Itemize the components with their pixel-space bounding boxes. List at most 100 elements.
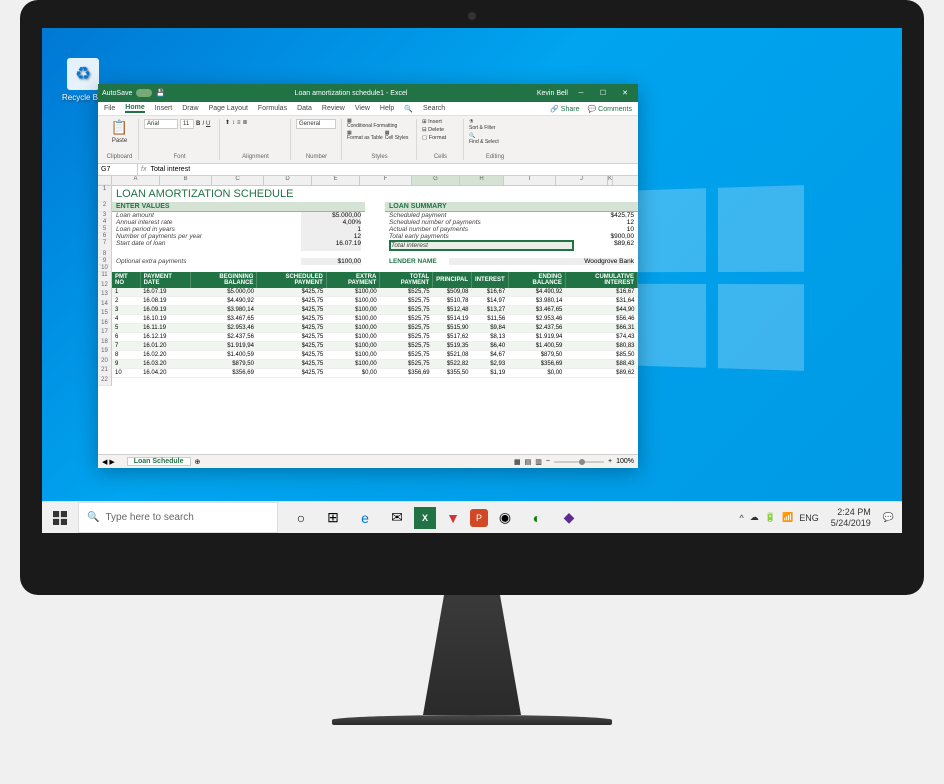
table-cell[interactable]: $425,75 xyxy=(257,369,326,378)
font-name-select[interactable]: Arial xyxy=(144,119,178,129)
autosave-switch[interactable] xyxy=(136,89,152,97)
table-cell[interactable]: $100,00 xyxy=(326,288,380,297)
table-cell[interactable]: 2 xyxy=(112,297,140,306)
table-cell[interactable]: $66,31 xyxy=(565,324,637,333)
table-cell[interactable]: 4 xyxy=(112,315,140,324)
table-cell[interactable]: $56,46 xyxy=(565,315,637,324)
table-cell[interactable]: $356,69 xyxy=(380,369,433,378)
table-header[interactable]: PAYMENT DATE xyxy=(140,272,190,288)
table-cell[interactable]: 3 xyxy=(112,306,140,315)
app-icon-circle[interactable]: ◉ xyxy=(490,503,520,533)
column-header-f[interactable]: F xyxy=(360,176,412,185)
table-cell[interactable]: $525,75 xyxy=(380,342,433,351)
table-cell[interactable]: $100,00 xyxy=(326,342,380,351)
tray-battery-icon[interactable]: 🔋 xyxy=(765,512,776,523)
table-cell[interactable]: $519,35 xyxy=(433,342,472,351)
row-header[interactable]: 8 xyxy=(98,251,112,258)
column-header-d[interactable]: D xyxy=(264,176,312,185)
table-cell[interactable]: $525,75 xyxy=(380,288,433,297)
tray-expand-icon[interactable]: ^ xyxy=(740,513,744,523)
table-row[interactable]: 716.01.20$1.919,94$425,75$100,00$525,75$… xyxy=(112,342,638,351)
cell-styles-button[interactable]: ▦Cell Styles xyxy=(385,131,409,141)
table-row[interactable]: 416.10.19$3.467,65$425,75$100,00$525,75$… xyxy=(112,315,638,324)
table-cell[interactable]: 16.08.19 xyxy=(140,297,190,306)
table-cell[interactable]: $1.400,59 xyxy=(190,351,257,360)
row-header[interactable]: 18 xyxy=(98,339,111,349)
table-cell[interactable]: $100,00 xyxy=(326,360,380,369)
table-cell[interactable]: $100,00 xyxy=(326,306,380,315)
column-header-h[interactable]: H xyxy=(460,176,504,185)
align-top-icon[interactable]: ⬆ xyxy=(225,119,230,126)
excel-taskbar-icon[interactable]: X xyxy=(414,507,436,529)
tab-formulas[interactable]: Formulas xyxy=(258,105,287,112)
table-row[interactable]: 916.03.20$879,50$425,75$100,00$525,75$52… xyxy=(112,360,638,369)
table-cell[interactable]: 5 xyxy=(112,324,140,333)
table-cell[interactable]: $13,27 xyxy=(472,306,509,315)
table-cell[interactable]: $879,50 xyxy=(508,351,565,360)
table-cell[interactable]: $80,83 xyxy=(565,342,637,351)
tab-home[interactable]: Home xyxy=(125,104,144,113)
table-row[interactable]: 116.07.19$5.000,00$425,75$100,00$525,75$… xyxy=(112,288,638,297)
table-cell[interactable]: $525,75 xyxy=(380,351,433,360)
value-cell[interactable]: 1 xyxy=(301,226,361,233)
view-page-icon[interactable]: ▤ xyxy=(525,458,532,466)
column-header-c[interactable]: C xyxy=(212,176,264,185)
table-row[interactable]: 616.12.19$2.437,56$425,75$100,00$525,75$… xyxy=(112,333,638,342)
row-header[interactable]: 22 xyxy=(98,377,111,387)
table-cell[interactable]: $11,56 xyxy=(472,315,509,324)
table-cell[interactable]: $515,90 xyxy=(433,324,472,333)
table-cell[interactable]: $8,13 xyxy=(472,333,509,342)
table-cell[interactable]: $9,84 xyxy=(472,324,509,333)
table-cell[interactable]: $525,75 xyxy=(380,324,433,333)
row-header[interactable]: 13 xyxy=(98,291,111,301)
table-cell[interactable]: $521,08 xyxy=(433,351,472,360)
table-cell[interactable]: $14,97 xyxy=(472,297,509,306)
row-header[interactable]: 9 xyxy=(98,258,112,265)
table-cell[interactable]: $3.467,65 xyxy=(508,306,565,315)
value-cell[interactable]: $5.000,00 xyxy=(301,212,361,219)
table-cell[interactable]: $512,48 xyxy=(433,306,472,315)
autosave-toggle[interactable]: AutoSave xyxy=(102,90,132,97)
row-header[interactable]: 16 xyxy=(98,320,111,330)
table-cell[interactable]: $4.490,92 xyxy=(190,297,257,306)
row-header[interactable]: 7 xyxy=(98,240,112,251)
app-icon-red[interactable]: ▼ xyxy=(438,503,468,533)
table-cell[interactable]: $525,75 xyxy=(380,315,433,324)
table-cell[interactable]: 16.09.19 xyxy=(140,306,190,315)
column-header-k[interactable]: K xyxy=(608,176,613,185)
table-cell[interactable]: $525,75 xyxy=(380,360,433,369)
table-header[interactable]: ENDING BALANCE xyxy=(508,272,565,288)
table-cell[interactable]: $425,75 xyxy=(257,297,326,306)
notifications-icon[interactable]: 💬 xyxy=(883,512,894,523)
value-cell[interactable]: 16.07.19 xyxy=(301,240,361,251)
table-cell[interactable]: $425,75 xyxy=(257,324,326,333)
font-size-select[interactable]: 11 xyxy=(180,119,194,129)
excel-titlebar[interactable]: AutoSave 💾 Loan amortization schedule1 -… xyxy=(98,84,638,102)
table-cell[interactable]: $74,43 xyxy=(565,333,637,342)
table-row[interactable]: 216.08.19$4.490,92$425,75$100,00$525,75$… xyxy=(112,297,638,306)
row-header[interactable]: 17 xyxy=(98,329,111,339)
table-cell[interactable]: $100,00 xyxy=(326,297,380,306)
table-cell[interactable]: $4,67 xyxy=(472,351,509,360)
table-cell[interactable]: $425,75 xyxy=(257,360,326,369)
zoom-slider[interactable] xyxy=(554,461,604,463)
row-header[interactable]: 14 xyxy=(98,301,111,311)
table-cell[interactable]: $0,00 xyxy=(326,369,380,378)
select-all-cell[interactable] xyxy=(98,176,112,185)
table-header[interactable]: EXTRA PAYMENT xyxy=(326,272,380,288)
table-cell[interactable]: 16.01.20 xyxy=(140,342,190,351)
tray-cloud-icon[interactable]: ☁ xyxy=(750,512,759,523)
column-header-i[interactable]: I xyxy=(504,176,556,185)
row-header[interactable]: 10 xyxy=(98,265,112,272)
cortana-icon[interactable]: ○ xyxy=(286,503,316,533)
spreadsheet-grid[interactable]: ABCDEFGHIJK 1LOAN AMORTIZATION SCHEDULE2… xyxy=(98,176,638,454)
sheet-nav-icon[interactable]: ◀ ▶ xyxy=(102,458,115,466)
table-cell[interactable]: $3.980,14 xyxy=(508,297,565,306)
minimize-button[interactable]: ─ xyxy=(572,90,590,97)
comments-button[interactable]: 💬 Comments xyxy=(587,105,632,113)
share-button[interactable]: 🔗 Share xyxy=(550,105,579,113)
table-row[interactable]: 516.11.19$2.953,46$425,75$100,00$525,75$… xyxy=(112,324,638,333)
tray-lang[interactable]: ENG xyxy=(799,513,819,523)
table-header[interactable]: PRINCIPAL xyxy=(433,272,472,288)
tab-view[interactable]: View xyxy=(355,105,370,112)
